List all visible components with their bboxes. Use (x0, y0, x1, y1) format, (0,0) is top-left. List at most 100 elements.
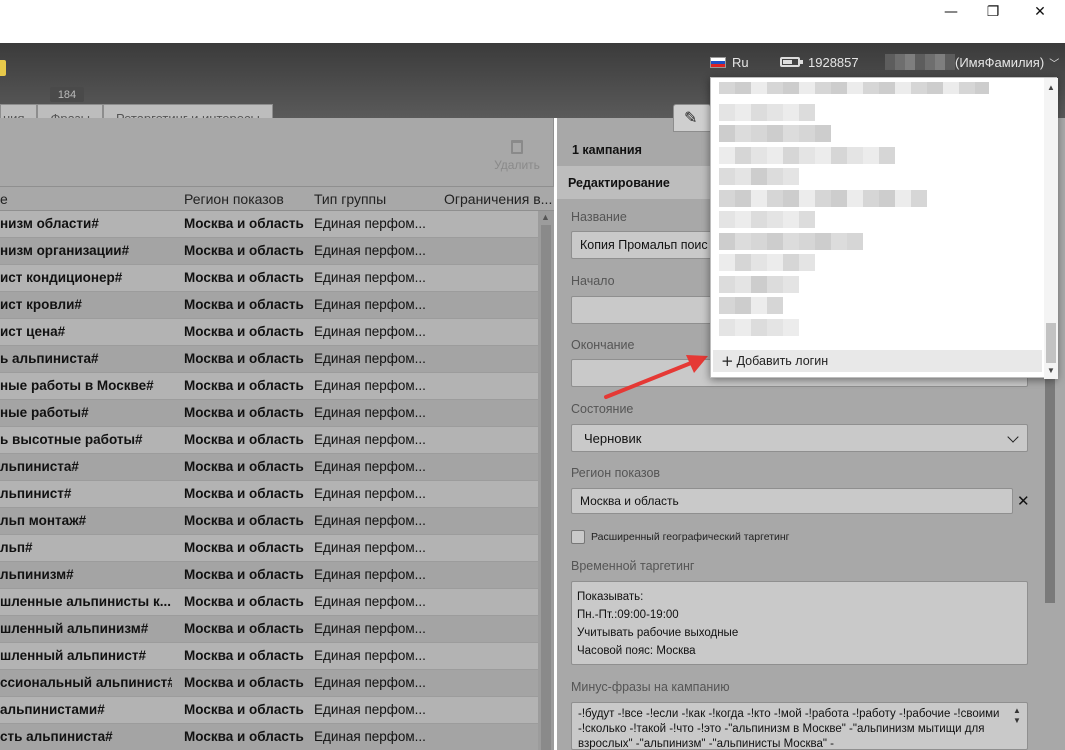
redacted-account-item[interactable] (719, 103, 815, 121)
group-name-cell: ь высотные работы# (0, 432, 143, 447)
minus-phrases-textarea[interactable]: -!будут -!все -!если -!как -!когда -!кто… (571, 702, 1028, 750)
extended-geo-label: Расширенный географический таргетинг (591, 531, 790, 543)
region-cell: Москва и область (184, 351, 304, 366)
region-cell: Москва и область (184, 405, 304, 420)
group-name-cell: ист кондиционер# (0, 270, 123, 285)
time-line: Учитывать рабочие выходные (577, 627, 739, 639)
region-input[interactable]: Москва и область (571, 488, 1013, 514)
group-name-cell: льп# (0, 540, 33, 555)
close-button[interactable]: ✕ (1017, 0, 1063, 24)
group-name-cell: ист цена# (0, 324, 66, 339)
group-type-cell: Единая перфом... (314, 216, 426, 231)
group-type-cell: Единая перфом... (314, 243, 426, 258)
table-row[interactable]: низм области# Москва и область Единая перф… (0, 211, 538, 238)
redacted-account-item[interactable] (719, 211, 815, 228)
scrollbar-thumb[interactable] (1045, 378, 1055, 603)
region-cell: Москва и область (184, 621, 304, 636)
redacted-account-item[interactable] (719, 318, 799, 336)
group-type-cell: Единая перфом... (314, 702, 426, 717)
redacted-account-item[interactable] (719, 297, 783, 314)
redacted-account-item[interactable] (719, 82, 989, 94)
start-label: Начало (571, 274, 615, 288)
group-name-cell: льпиниста# (0, 459, 79, 474)
language-switch[interactable]: Ru (710, 52, 749, 72)
group-type-cell: Единая перфом... (314, 324, 426, 339)
region-cell: Москва и область (184, 378, 304, 393)
table-row[interactable]: льпинизм# Москва и область Единая перфом..… (0, 562, 538, 589)
column-header-restrictions[interactable]: Ограничения в... (444, 191, 554, 207)
delete-button[interactable]: Удалить (492, 140, 542, 172)
group-type-cell: Единая перфом... (314, 567, 426, 582)
region-label: Регион показов (571, 466, 661, 480)
column-header-region[interactable]: Регион показов (184, 191, 284, 207)
group-name-cell: низм области# (0, 216, 99, 231)
table-row[interactable]: льпинист# Москва и область Единая перфом..… (0, 481, 538, 508)
table-row[interactable]: низм организации# Москва и область Единая … (0, 238, 538, 265)
scrollbar-thumb[interactable] (1046, 323, 1056, 363)
chevron-down-icon (1007, 431, 1019, 443)
scroll-up-icon[interactable]: ▲ (541, 212, 550, 222)
table-row[interactable]: ист цена# Москва и область Единая перфом..… (0, 319, 538, 346)
phrase-count-badge: 184 (50, 87, 84, 102)
state-select[interactable]: Черновик (571, 424, 1028, 452)
group-name-cell: шленные альпинисты к... (0, 594, 171, 609)
table-row[interactable]: ист кондиционер# Москва и область Единая п… (0, 265, 538, 292)
add-login-label: Добавить логин (736, 354, 829, 368)
scroll-up-icon[interactable]: ▲ (1047, 83, 1055, 92)
table-row[interactable]: льп монтаж# Москва и область Единая перфом… (0, 508, 538, 535)
table-row[interactable]: ь альпиниста# Москва и область Единая перф… (0, 346, 538, 373)
table-row[interactable]: альпинистами# Москва и область Единая перф… (0, 697, 538, 724)
app-logo-icon (0, 60, 6, 76)
redacted-account-item[interactable] (719, 232, 863, 250)
edit-pencil-tab[interactable] (673, 104, 711, 132)
table-header: е Регион показов Тип группы Ограничения … (0, 186, 554, 211)
state-value: Черновик (584, 430, 642, 446)
add-login-button[interactable]: + Добавить логин (713, 350, 1042, 372)
table-row[interactable]: шленный альпинист# Москва и область Единая… (0, 643, 538, 670)
redacted-account-item[interactable] (719, 189, 927, 207)
dropdown-scrollbar[interactable]: ▲ ▼ (1044, 78, 1058, 379)
table-row[interactable]: шленный альпинизм# Москва и область Единая… (0, 616, 538, 643)
table-row[interactable]: льпиниста# Москва и область Единая перфом.… (0, 454, 538, 481)
clear-region-icon[interactable]: ✕ (1017, 492, 1030, 510)
group-type-cell: Единая перфом... (314, 270, 426, 285)
maximize-button[interactable]: ❐ (970, 0, 1016, 24)
region-cell: Москва и область (184, 648, 304, 663)
time-targeting-box[interactable]: Показывать: Пн.-Пт.:09:00-19:00 Учитыват… (571, 581, 1028, 665)
balance-indicator: 1928857 (780, 52, 859, 72)
redacted-account-item[interactable] (719, 168, 799, 185)
group-type-cell: Единая перфом... (314, 297, 426, 312)
scrollbar-thumb[interactable] (541, 225, 551, 750)
column-header-group-type[interactable]: Тип группы (314, 191, 386, 207)
time-line: Часовой пояс: Москва (577, 645, 696, 657)
region-cell: Москва и область (184, 297, 304, 312)
group-name-cell: шленный альпинист# (0, 648, 146, 663)
group-type-cell: Единая перфом... (314, 729, 426, 744)
table-row[interactable]: ист кровли# Москва и область Единая перфом… (0, 292, 538, 319)
table-row[interactable]: ь высотные работы# Москва и область Единая… (0, 427, 538, 454)
textarea-scroll-arrows-icon[interactable]: ▲ ▼ (1013, 706, 1021, 726)
region-cell: Москва и область (184, 675, 304, 690)
table-row[interactable]: льп# Москва и область Единая перфом... (0, 535, 538, 562)
group-name-cell: ь альпиниста# (0, 351, 99, 366)
table-row[interactable]: ссиональный альпинист# Москва и область Ед… (0, 670, 538, 697)
column-header-name[interactable]: е (0, 191, 8, 207)
minimize-button[interactable]: — (928, 0, 974, 24)
redacted-account-item[interactable] (719, 146, 895, 164)
scroll-down-icon[interactable]: ▼ (1047, 366, 1055, 375)
table-row[interactable]: шленные альпинисты к... Москва и область Е… (0, 589, 538, 616)
region-cell: Москва и область (184, 486, 304, 501)
table-row[interactable]: сть альпиниста# Москва и область Единая пе… (0, 724, 538, 750)
table-row[interactable]: ные работы в Москве# Москва и область Един… (0, 373, 538, 400)
user-name: (ИмяФамилия) (955, 54, 1045, 70)
table-scrollbar[interactable]: ▲ (538, 211, 554, 750)
trash-icon (511, 140, 523, 154)
redacted-account-item[interactable] (719, 275, 799, 293)
redacted-account-item[interactable] (719, 125, 831, 142)
extended-geo-checkbox[interactable] (571, 530, 585, 544)
russian-flag-icon (710, 56, 726, 68)
user-menu[interactable]: (ИмяФамилия) ﹀ (885, 52, 1059, 72)
group-name-cell: сть альпиниста# (0, 729, 113, 744)
table-row[interactable]: ные работы# Москва и область Единая перфом… (0, 400, 538, 427)
redacted-account-item[interactable] (719, 254, 815, 271)
